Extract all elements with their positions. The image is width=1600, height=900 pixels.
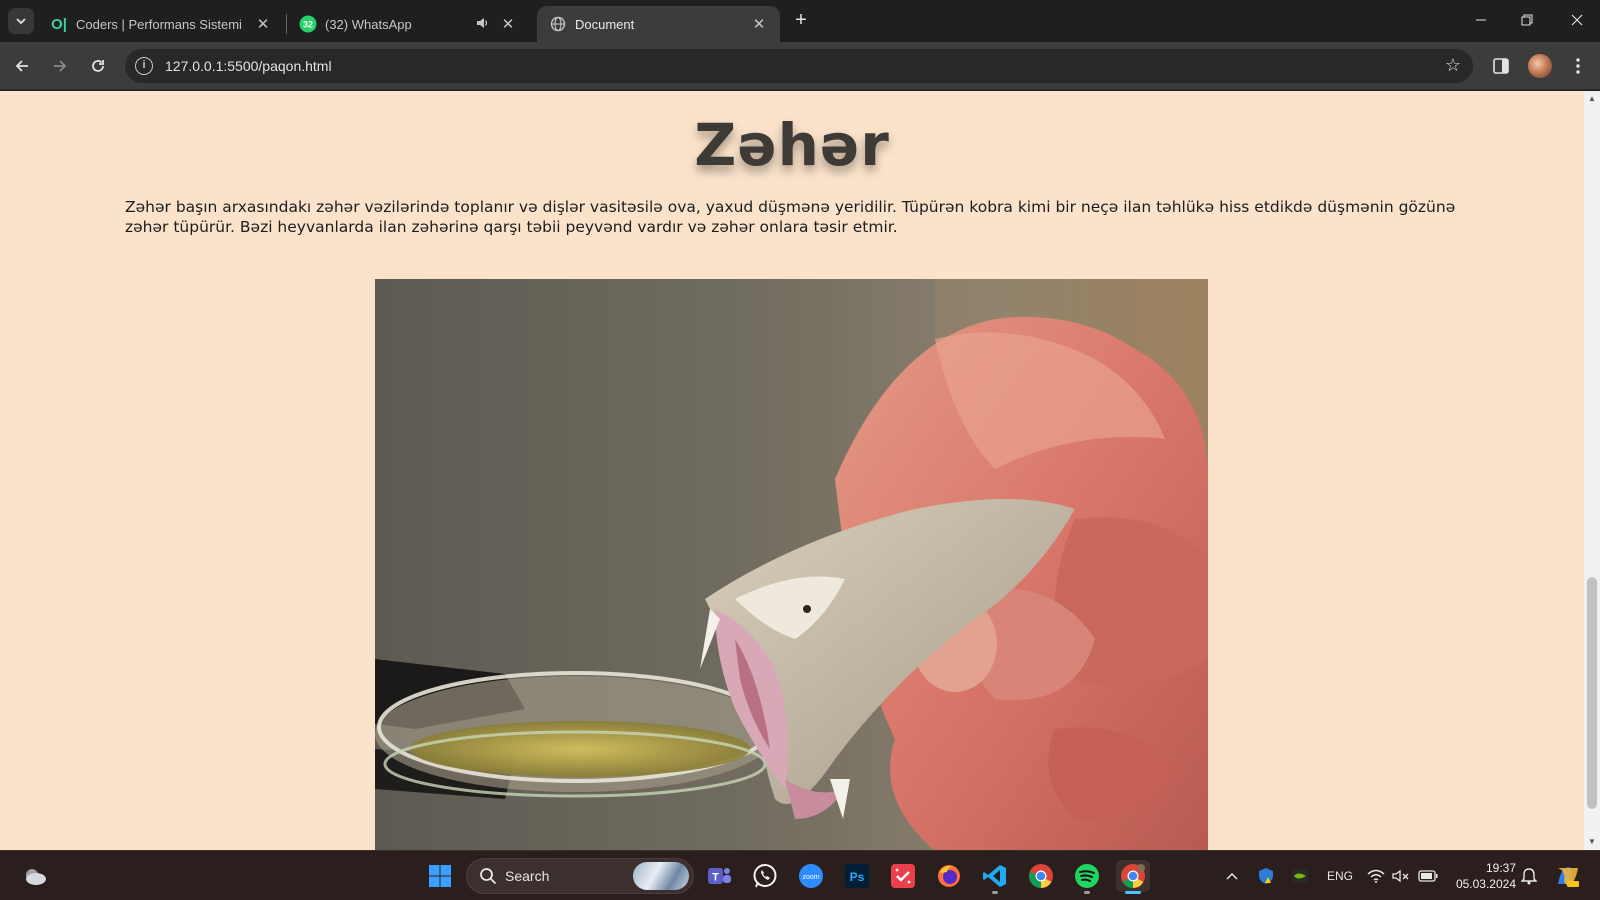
search-icon <box>480 868 497 885</box>
battery-icon[interactable] <box>1416 851 1440 900</box>
search-label: Search <box>505 868 550 884</box>
close-icon[interactable]: ✕ <box>254 15 272 33</box>
arrow-left-icon <box>15 60 28 72</box>
svg-text:32: 32 <box>303 20 313 30</box>
svg-text:T: T <box>712 872 719 884</box>
close-icon[interactable]: ✕ <box>499 15 517 33</box>
tab-document[interactable]: Document ✕ <box>537 6 780 42</box>
page-paragraph: Zəhər başın arxasındakı zəhər vəzilərind… <box>125 198 1456 236</box>
new-tab-button[interactable]: + <box>790 9 812 31</box>
site-info-icon[interactable]: i <box>135 57 153 75</box>
tab-coders[interactable]: O| Coders | Performans Sistemi ✕ <box>38 6 284 42</box>
tab-search-button[interactable] <box>8 8 34 34</box>
url-text[interactable]: 127.0.0.1:5500/paqon.html <box>165 58 332 74</box>
calendar-app-icon[interactable] <box>886 860 920 892</box>
language-indicator[interactable]: ENG <box>1322 851 1358 900</box>
close-icon <box>1571 14 1583 26</box>
page-viewport: Zəhər Zəhər başın arxasındakı zəhər vəzi… <box>0 91 1584 850</box>
whatsapp-icon[interactable] <box>748 860 782 892</box>
minimize-icon <box>1476 19 1486 21</box>
chevron-down-icon <box>16 18 26 25</box>
spotify-icon[interactable] <box>1070 860 1104 894</box>
snake-venom-photo <box>375 279 1208 850</box>
tab-strip: O| Coders | Performans Sistemi ✕ 32 (32)… <box>0 0 1600 42</box>
speaker-icon[interactable] <box>475 16 491 33</box>
search-highlight-image <box>633 862 689 890</box>
browser-toolbar: i 127.0.0.1:5500/paqon.html ☆ <box>0 42 1600 90</box>
close-window-button[interactable] <box>1554 0 1600 40</box>
tab-title: Coders | Performans Sistemi <box>76 16 242 32</box>
kebab-menu-icon[interactable] <box>1566 54 1590 78</box>
photoshop-icon[interactable]: Ps <box>840 860 874 892</box>
taskbar-search[interactable]: Search <box>466 858 694 894</box>
teams-icon[interactable]: T <box>702 860 736 892</box>
photoshop-label: Ps <box>850 870 865 884</box>
whatsapp-icon: 32 <box>299 15 317 33</box>
profile-avatar[interactable] <box>1528 54 1552 78</box>
windows-start-icon[interactable] <box>423 860 457 892</box>
reload-icon <box>92 60 104 72</box>
scroll-down-arrow-icon[interactable]: ▼ <box>1584 834 1600 850</box>
zoom-icon[interactable]: zoom <box>794 860 828 892</box>
defender-warning-icon[interactable] <box>1255 851 1277 900</box>
tab-title: (32) WhatsApp <box>325 16 412 32</box>
restore-icon <box>1521 14 1533 26</box>
side-panel-icon[interactable] <box>1489 54 1513 78</box>
volume-muted-icon[interactable] <box>1390 851 1412 900</box>
forward-button[interactable] <box>46 52 74 80</box>
scrollbar-thumb[interactable] <box>1587 577 1597 809</box>
tab-title: Document <box>575 16 635 32</box>
chevron-up-icon[interactable] <box>1222 851 1242 900</box>
wifi-icon[interactable] <box>1365 851 1387 900</box>
vscode-icon[interactable] <box>978 860 1012 894</box>
windows-taskbar: Search T zoom Ps ENG 19:37 05.03.2024 <box>0 850 1600 900</box>
chrome-icon[interactable] <box>1024 860 1058 892</box>
firefox-icon[interactable] <box>932 860 966 892</box>
page-scrollbar[interactable]: ▲ ▼ <box>1584 91 1600 850</box>
clock-time: 19:37 <box>1485 861 1516 875</box>
notification-bell-icon[interactable] <box>1518 851 1540 900</box>
nvidia-icon[interactable] <box>1289 851 1311 900</box>
close-icon[interactable]: ✕ <box>750 15 768 33</box>
minimize-button[interactable] <box>1458 0 1504 40</box>
chrome-profile-icon[interactable] <box>1116 860 1150 894</box>
page-title: Zəhər <box>694 111 890 179</box>
restore-button[interactable] <box>1504 0 1550 40</box>
back-button[interactable] <box>8 52 36 80</box>
globe-icon <box>549 15 567 33</box>
coders-logo-icon: O| <box>51 15 67 33</box>
arrow-right-icon <box>54 60 67 72</box>
copilot-icon[interactable] <box>1552 851 1584 900</box>
weather-widget-icon[interactable] <box>18 860 52 892</box>
reload-button[interactable] <box>84 52 112 80</box>
clock-date: 05.03.2024 <box>1455 877 1516 891</box>
address-bar[interactable]: i 127.0.0.1:5500/paqon.html ☆ <box>125 49 1473 83</box>
tab-whatsapp[interactable]: 32 (32) WhatsApp ✕ <box>287 6 529 42</box>
bookmark-star-icon[interactable]: ☆ <box>1445 55 1461 76</box>
taskbar-clock[interactable]: 19:37 05.03.2024 <box>1452 860 1516 892</box>
zoom-label: zoom <box>802 874 819 881</box>
scroll-up-arrow-icon[interactable]: ▲ <box>1584 91 1600 107</box>
